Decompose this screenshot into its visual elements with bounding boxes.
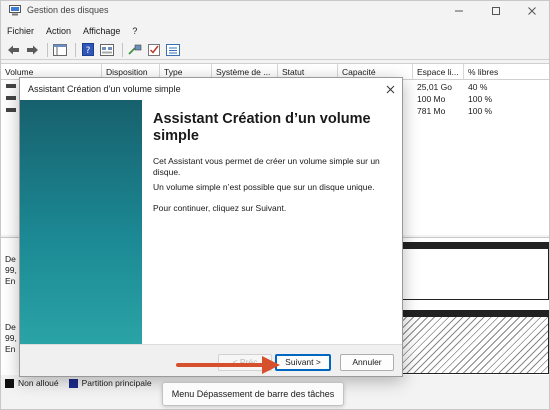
maximize-button[interactable] [478,1,514,21]
wizard-title-bar: Assistant Création d’un volume simple [20,78,402,100]
menu-help[interactable]: ? [132,26,137,36]
new-simple-volume-wizard: Assistant Création d’un volume simple As… [19,77,403,377]
arrow-right-icon [26,45,38,54]
menu-action[interactable]: Action [46,26,71,36]
minimize-button[interactable] [441,1,477,21]
column-header-percent-free[interactable]: % libres [464,64,549,80]
column-header-free-space[interactable]: Espace li... [413,64,464,80]
toolbar-separator [47,42,48,57]
minimize-icon [455,10,463,12]
menu-affichage[interactable]: Affichage [83,26,120,36]
disk-0-partition[interactable] [399,242,549,300]
legend-label-primary: Partition principale [81,378,152,388]
properties-icon [100,43,114,56]
back-button[interactable] [5,42,21,58]
menu-bar: Fichier Action Affichage ? [1,23,549,39]
free-space-cell: 25,01 Go [417,82,452,92]
next-button[interactable]: Suivant > [275,354,331,371]
forward-button[interactable] [24,42,40,58]
close-icon [386,85,394,93]
percent-free-cell: 100 % [468,94,493,104]
checklist-icon [148,44,160,56]
toolbar-separator [122,42,123,57]
properties-button[interactable] [99,42,115,58]
volume-icon [6,108,16,112]
free-space-cell: 100 Mo [417,94,446,104]
maximize-icon [492,7,500,15]
arrow-left-icon [7,45,19,54]
help-button[interactable]: ? [80,42,96,58]
wizard-title: Assistant Création d’un volume simple [28,84,181,94]
help-book-icon: ? [82,43,94,56]
console-tree-button[interactable] [52,42,68,58]
disk-management-icon [9,5,21,16]
toolbar-separator [75,42,76,57]
list-view-icon [166,43,180,56]
cancel-button[interactable]: Annuler [340,354,394,371]
percent-free-cell: 100 % [468,106,493,116]
console-tree-icon [53,43,67,56]
drive-connect-icon [128,44,142,55]
check-button[interactable] [146,42,162,58]
close-button[interactable] [514,1,550,21]
disk-1-unallocated-partition[interactable] [399,310,549,374]
annotation-arrow [176,356,280,374]
menu-fichier[interactable]: Fichier [7,26,34,36]
wizard-intro-text: Cet Assistant vous permet de créer un vo… [153,156,380,177]
legend-swatch-primary [68,378,78,388]
wizard-close-button[interactable] [380,80,400,98]
window-title: Gestion des disques [27,5,109,15]
volume-icon [6,96,16,100]
free-space-cell: 781 Mo [417,106,446,116]
volume-icon [6,84,16,88]
close-icon [528,7,536,15]
wizard-info-text: Un volume simple n’est possible que sur … [153,182,375,192]
list-view-button[interactable] [165,42,181,58]
wizard-continue-text: Pour continuer, cliquez sur Suivant. [153,203,287,213]
wizard-side-banner [20,100,142,344]
wizard-heading: Assistant Création d’un volume simple [153,111,371,144]
toolbar: ? [1,40,549,60]
legend-swatch-unallocated [5,378,14,388]
connect-drive-button[interactable] [127,42,143,58]
legend-label-unallocated: Non alloué [18,378,59,388]
title-bar: Gestion des disques [1,1,549,21]
taskbar-overflow-tooltip: Menu Dépassement de barre des tâches [162,382,344,406]
percent-free-cell: 40 % [468,82,488,92]
svg-text:?: ? [86,46,91,56]
